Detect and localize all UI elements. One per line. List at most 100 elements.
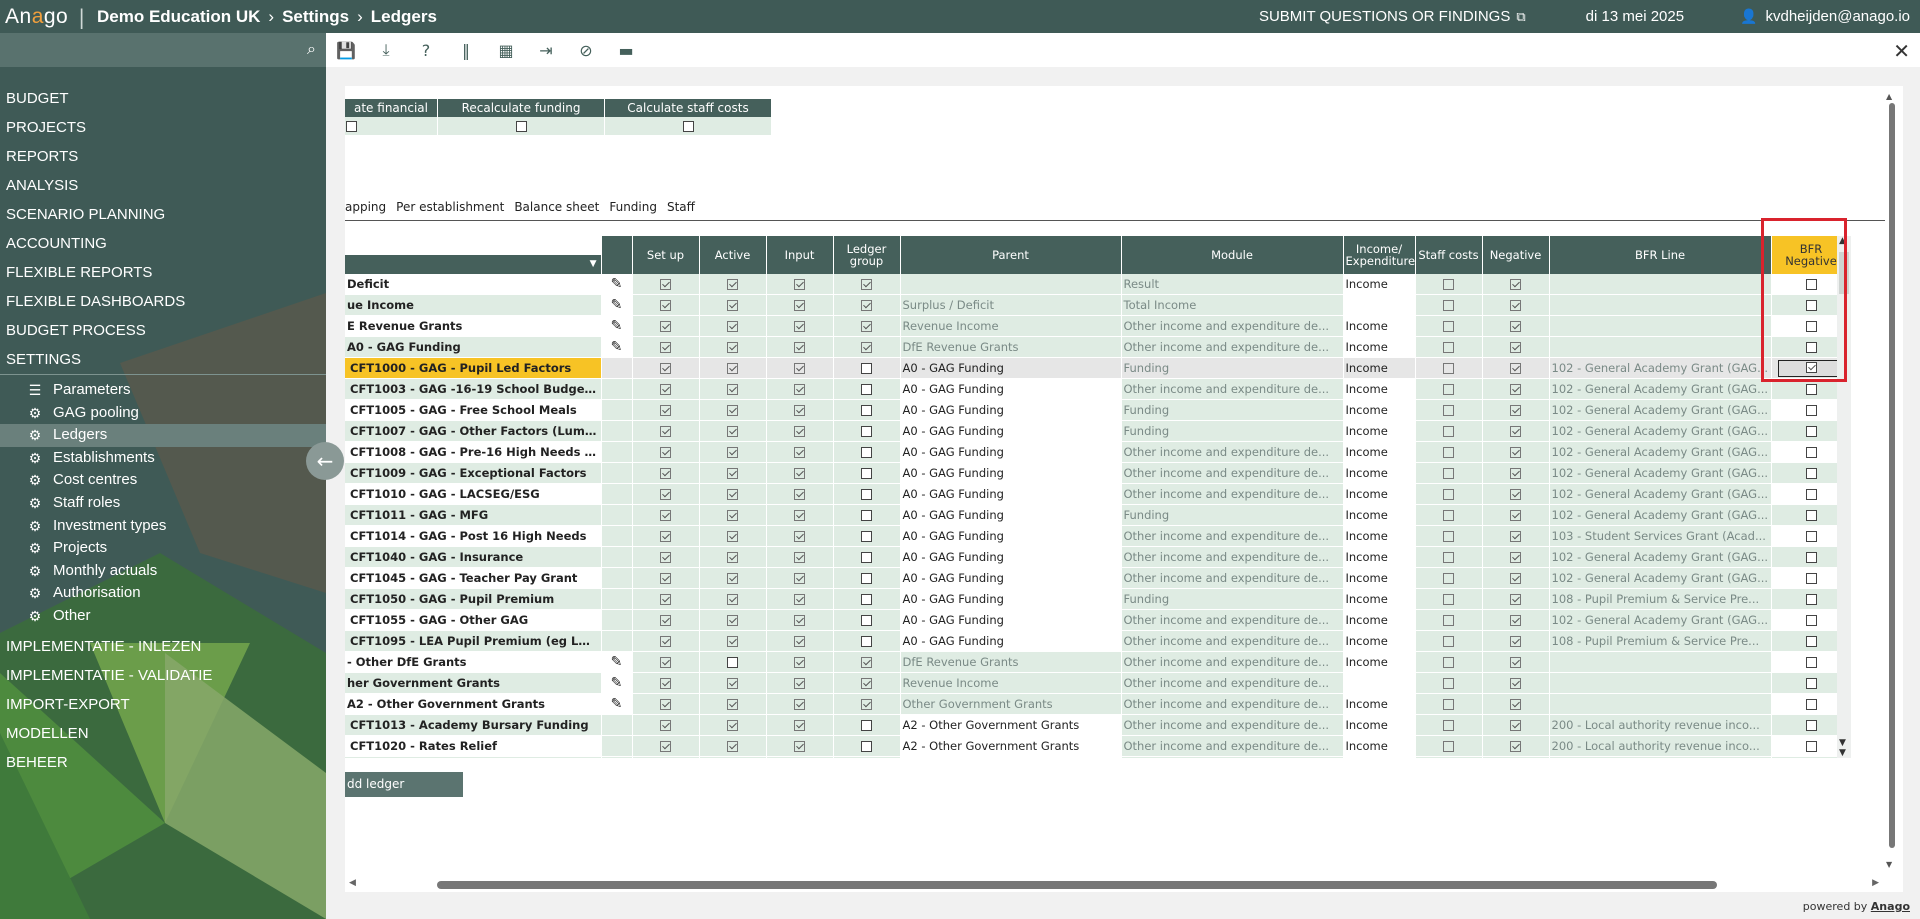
bfr-negative-checkbox[interactable]	[1805, 678, 1817, 689]
active-checkbox[interactable]	[727, 468, 738, 479]
bfr-negative-checkbox[interactable]	[1805, 636, 1817, 647]
setup-checkbox[interactable]	[660, 720, 671, 731]
table-row[interactable]: A2 - Other Government Grants ✎ Other Gover…	[345, 693, 1851, 715]
sidebar-item-gag-pooling[interactable]: ⚙ GAG pooling	[0, 402, 326, 425]
input-checkbox[interactable]	[794, 279, 805, 290]
bfr-negative-checkbox[interactable]	[1805, 741, 1817, 752]
staff-checkbox[interactable]	[1443, 699, 1454, 710]
group-checkbox[interactable]	[861, 426, 872, 437]
neg-checkbox[interactable]	[1510, 678, 1521, 689]
table-row[interactable]: CFT1010 - GAG - LACSEG/ESG A0 - GAG Fundi…	[345, 483, 1851, 505]
input-checkbox[interactable]	[794, 657, 805, 668]
group-checkbox[interactable]	[861, 741, 872, 752]
table-row[interactable]: CFT1020 - Rates Relief A2 - Other Governm…	[345, 735, 1851, 757]
sidebar-item-authorisation[interactable]: ⚙ Authorisation	[0, 582, 326, 605]
staff-checkbox[interactable]	[1443, 510, 1454, 521]
setup-checkbox[interactable]	[660, 342, 671, 353]
neg-checkbox[interactable]	[1510, 468, 1521, 479]
active-checkbox[interactable]	[727, 552, 738, 563]
neg-checkbox[interactable]	[1510, 636, 1521, 647]
table-row[interactable]: Deficit ✎ Result Income	[345, 274, 1851, 295]
active-checkbox[interactable]	[727, 741, 738, 752]
active-checkbox[interactable]	[727, 615, 738, 626]
menu-projects[interactable]: PROJECTS	[0, 113, 326, 142]
setup-checkbox[interactable]	[660, 657, 671, 668]
cancel-icon[interactable]: ⊘	[566, 41, 606, 60]
input-checkbox[interactable]	[794, 573, 805, 584]
input-checkbox[interactable]	[794, 636, 805, 647]
input-checkbox[interactable]	[794, 363, 805, 374]
pencil-icon[interactable]: ✎	[611, 318, 623, 334]
bfr-negative-checkbox[interactable]	[1805, 615, 1817, 626]
col-header-active[interactable]: Active	[699, 236, 767, 274]
menu-accounting[interactable]: ACCOUNTING	[0, 229, 326, 258]
sidebar-item-other[interactable]: ⚙ Other	[0, 605, 326, 628]
col-header-setup[interactable]: Set up	[632, 236, 700, 274]
setup-checkbox[interactable]	[660, 678, 671, 689]
active-checkbox[interactable]	[727, 510, 738, 521]
neg-checkbox[interactable]	[1510, 405, 1521, 416]
group-checkbox[interactable]	[861, 279, 872, 290]
setup-checkbox[interactable]	[660, 510, 671, 521]
group-checkbox[interactable]	[861, 447, 872, 458]
setup-checkbox[interactable]	[660, 321, 671, 332]
input-checkbox[interactable]	[794, 510, 805, 521]
table-row[interactable]: CFT1055 - GAG - Other GAG A0 - GAG Fundin…	[345, 609, 1851, 631]
setup-checkbox[interactable]	[660, 426, 671, 437]
staff-checkbox[interactable]	[1443, 300, 1454, 311]
menu-scenario-planning[interactable]: SCENARIO PLANNING	[0, 200, 326, 229]
menu-budget[interactable]: BUDGET	[0, 84, 326, 113]
close-icon[interactable]: ✕	[1893, 39, 1910, 63]
active-checkbox[interactable]	[727, 426, 738, 437]
group-checkbox[interactable]	[861, 531, 872, 542]
bfr-negative-checkbox[interactable]	[1805, 552, 1817, 563]
setup-checkbox[interactable]	[660, 552, 671, 563]
group-checkbox[interactable]	[861, 573, 872, 584]
recalc-financial-checkbox[interactable]	[346, 121, 357, 132]
setup-checkbox[interactable]	[660, 594, 671, 605]
horizontal-scroll-thumb[interactable]	[437, 881, 1717, 889]
staff-checkbox[interactable]	[1443, 573, 1454, 584]
bfr-negative-checkbox[interactable]	[1805, 720, 1817, 731]
menu-settings[interactable]: SETTINGS	[0, 345, 326, 374]
col-header-bfr-line[interactable]: BFR Line	[1549, 236, 1772, 274]
input-checkbox[interactable]	[794, 699, 805, 710]
active-checkbox[interactable]	[727, 720, 738, 731]
active-checkbox[interactable]	[727, 447, 738, 458]
save-icon[interactable]: 💾	[326, 41, 366, 60]
active-checkbox[interactable]	[727, 384, 738, 395]
input-checkbox[interactable]	[794, 678, 805, 689]
export-icon[interactable]: ⇥	[526, 41, 566, 60]
sidebar-item-parameters[interactable]: ☰ Parameters	[0, 379, 326, 402]
group-checkbox[interactable]	[861, 552, 872, 563]
active-checkbox[interactable]	[727, 636, 738, 647]
group-checkbox[interactable]	[861, 489, 872, 500]
tab-mapping[interactable]: apping	[345, 200, 386, 214]
setup-checkbox[interactable]	[660, 531, 671, 542]
input-checkbox[interactable]	[794, 321, 805, 332]
bfr-negative-checkbox[interactable]	[1805, 447, 1817, 458]
input-checkbox[interactable]	[794, 405, 805, 416]
setup-checkbox[interactable]	[660, 573, 671, 584]
help-icon[interactable]: ?	[406, 41, 446, 60]
staff-checkbox[interactable]	[1443, 636, 1454, 647]
table-row[interactable]: CFT1014 - GAG - Post 16 High Needs A0 - G…	[345, 525, 1851, 547]
pencil-icon[interactable]: ✎	[611, 339, 623, 355]
active-checkbox[interactable]	[727, 321, 738, 332]
table-row[interactable]: CFT1045 - GAG - Teacher Pay Grant A0 - GA…	[345, 567, 1851, 589]
tab-staff[interactable]: Staff	[667, 200, 695, 214]
sidebar-item-ledgers[interactable]: ⚙ Ledgers	[0, 424, 326, 447]
active-checkbox[interactable]	[727, 300, 738, 311]
group-checkbox[interactable]	[861, 615, 872, 626]
neg-checkbox[interactable]	[1510, 279, 1521, 290]
neg-checkbox[interactable]	[1510, 384, 1521, 395]
tab-per-establishment[interactable]: Per establishment	[396, 200, 504, 214]
neg-checkbox[interactable]	[1510, 426, 1521, 437]
group-checkbox[interactable]	[861, 468, 872, 479]
calculator-icon[interactable]: ▦	[486, 41, 526, 60]
scroll-down-icon[interactable]: ▼ ▼	[1839, 738, 1846, 758]
setup-checkbox[interactable]	[660, 636, 671, 647]
neg-checkbox[interactable]	[1510, 363, 1521, 374]
active-checkbox[interactable]	[727, 489, 738, 500]
bfr-negative-checkbox[interactable]	[1805, 699, 1817, 710]
